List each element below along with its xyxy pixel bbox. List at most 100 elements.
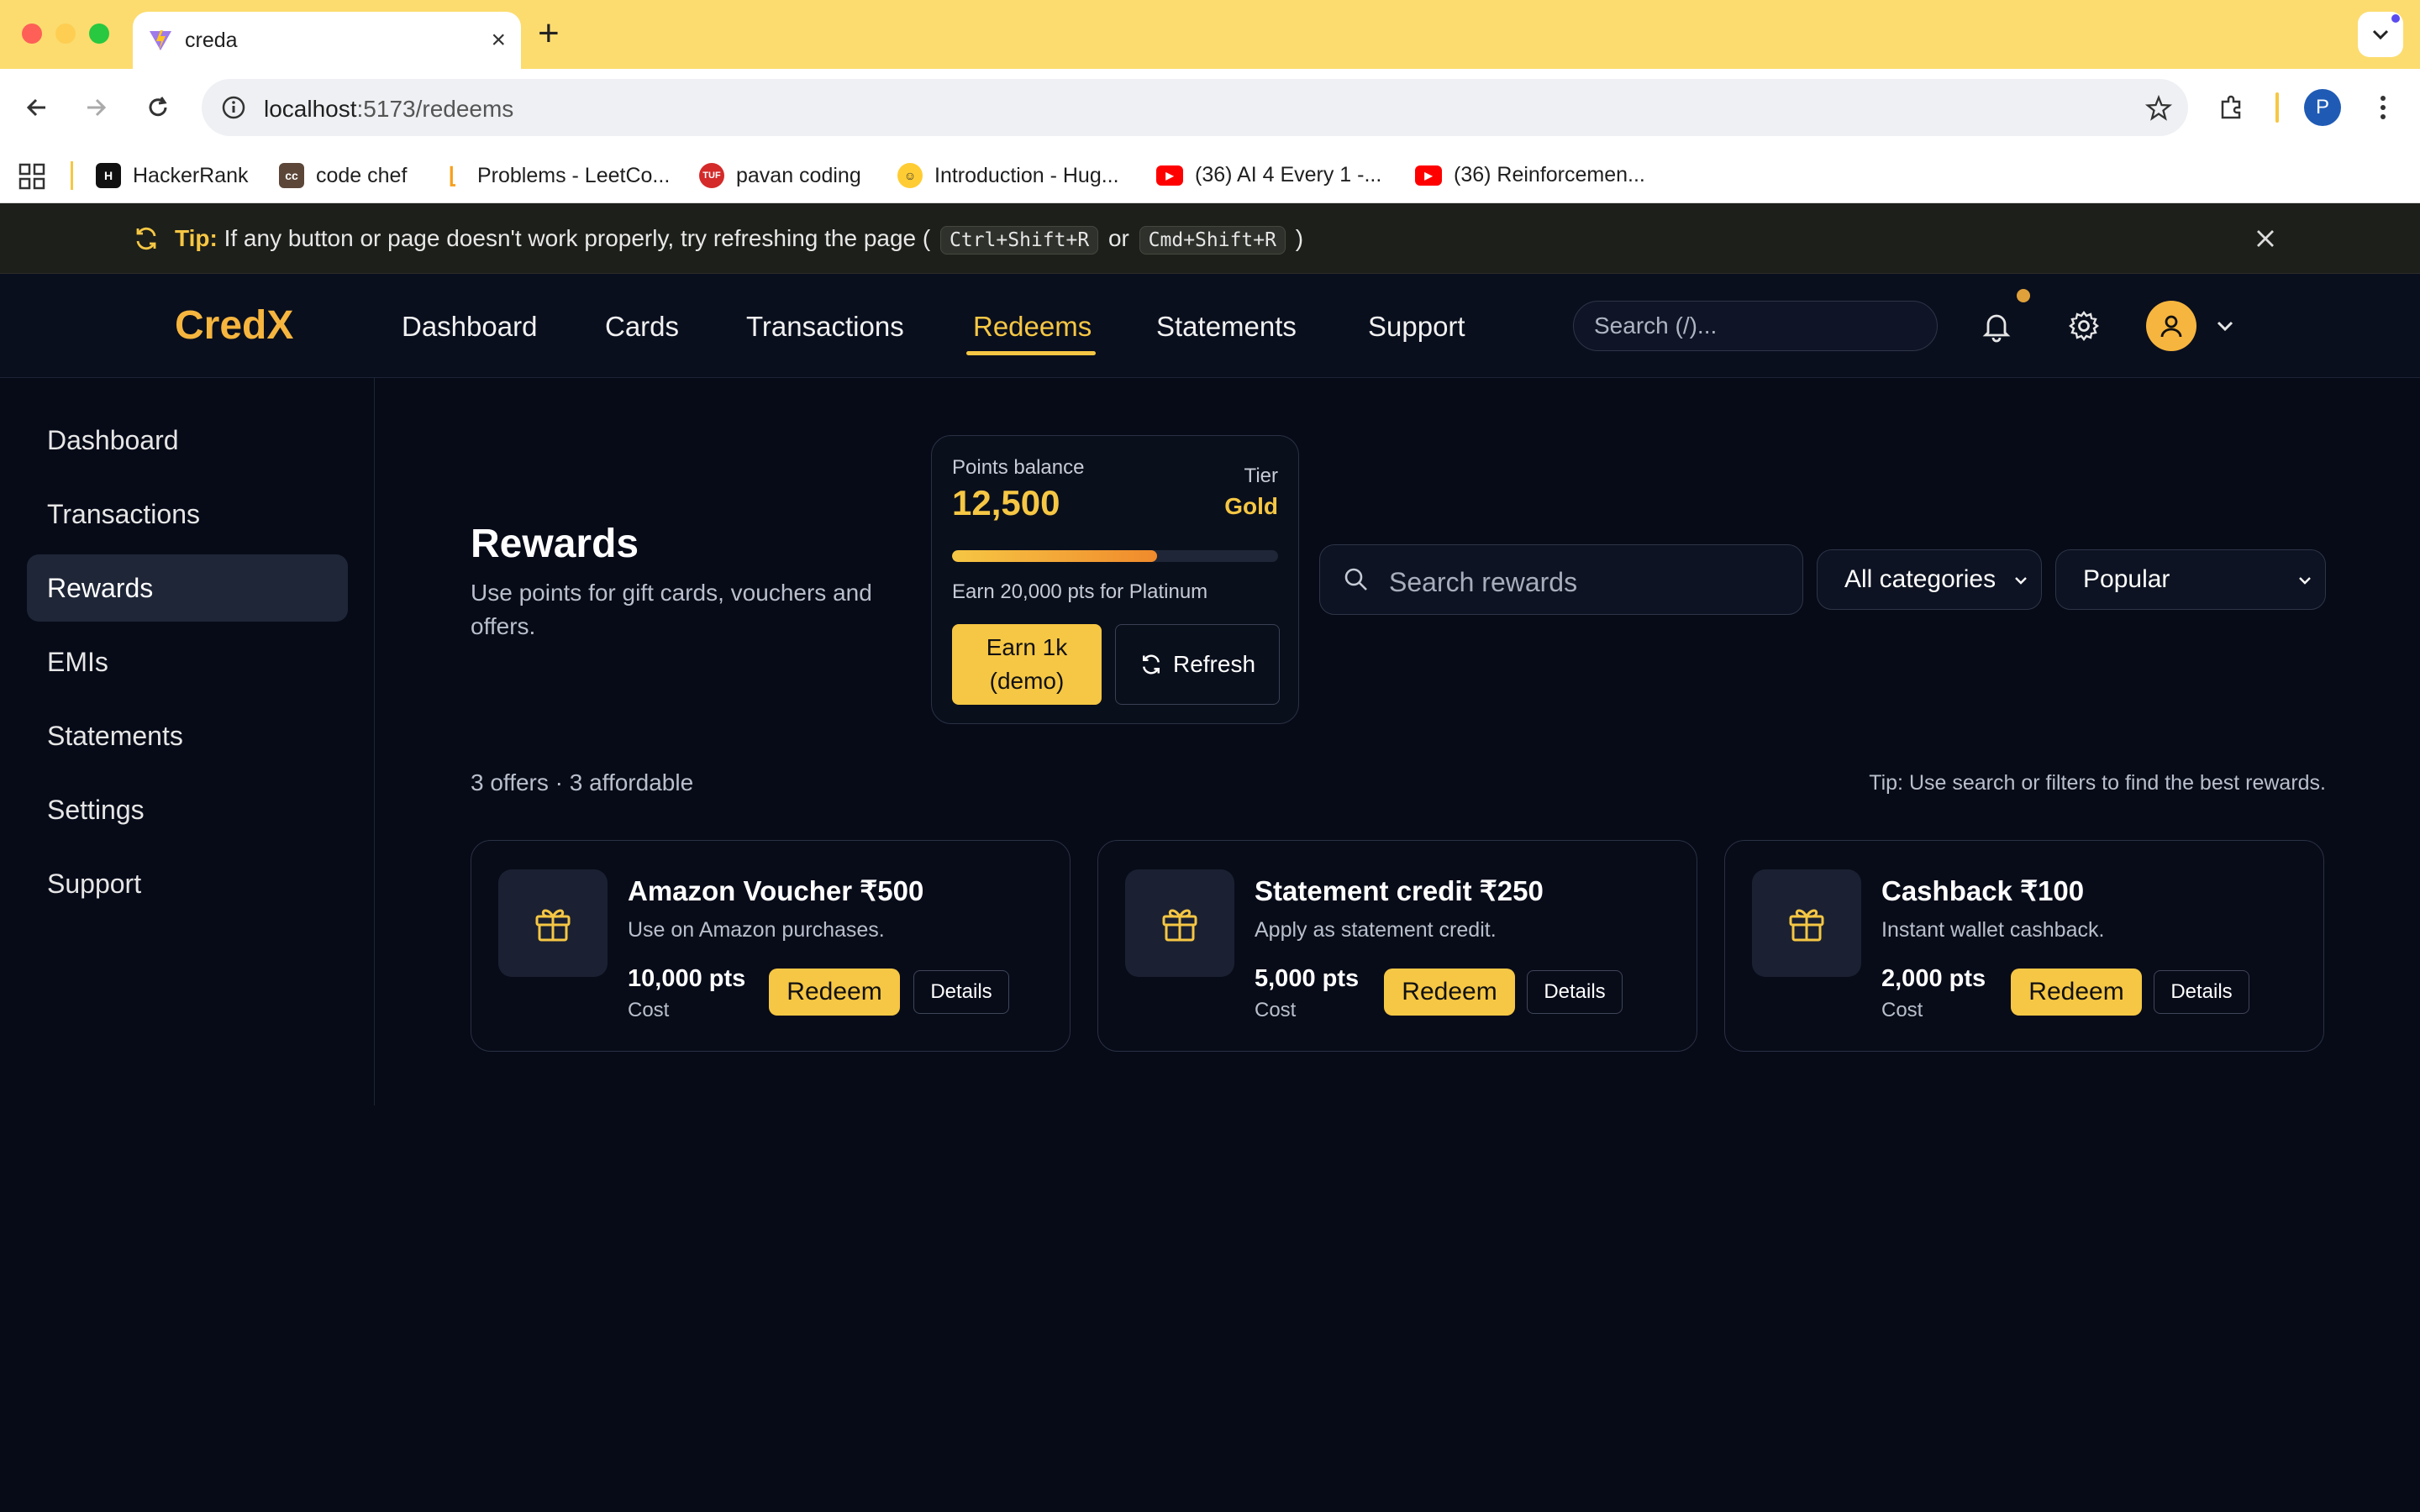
chevron-down-icon bbox=[2299, 577, 2311, 585]
earn-points-button[interactable]: Earn 1k (demo) bbox=[952, 624, 1102, 705]
close-icon[interactable] bbox=[2254, 227, 2277, 250]
arrow-right-icon bbox=[87, 98, 107, 117]
details-button[interactable]: Details bbox=[1527, 970, 1623, 1014]
sidebar: Dashboard Transactions Rewards EMIs Stat… bbox=[0, 378, 375, 1105]
user-icon bbox=[2160, 315, 2182, 338]
sort-select[interactable]: Popular bbox=[2055, 549, 2326, 610]
new-tab-button[interactable]: + bbox=[538, 15, 560, 52]
offer-icon-box bbox=[1752, 869, 1861, 977]
reload-button[interactable] bbox=[138, 87, 178, 128]
youtube-icon: ▶ bbox=[1156, 165, 1183, 186]
offer-card: Amazon Voucher ₹500 Use on Amazon purcha… bbox=[471, 840, 1071, 1052]
details-button[interactable]: Details bbox=[913, 970, 1009, 1014]
notifications-button[interactable] bbox=[1978, 307, 2015, 344]
tab-close-icon[interactable]: × bbox=[491, 28, 506, 53]
tier-label: Tier bbox=[1244, 465, 1278, 487]
sidebar-item-statements[interactable]: Statements bbox=[27, 702, 348, 769]
offer-description: Instant wallet cashback. bbox=[1881, 918, 2105, 942]
kebab-menu-icon bbox=[2381, 96, 2386, 119]
nav-cards[interactable]: Cards bbox=[605, 311, 679, 343]
browser-tab[interactable]: creda × bbox=[133, 12, 521, 69]
offer-card: Statement credit ₹250 Apply as statement… bbox=[1097, 840, 1697, 1052]
nav-redeems[interactable]: Redeems bbox=[973, 311, 1092, 343]
page-subtitle: Use points for gift cards, vouchers and … bbox=[471, 580, 872, 639]
vite-icon bbox=[150, 30, 171, 50]
nav-transactions[interactable]: Transactions bbox=[746, 311, 904, 343]
offer-points: 10,000 pts bbox=[628, 965, 746, 992]
search-rewards-input[interactable]: Search rewards bbox=[1319, 544, 1803, 615]
tab-search-button[interactable] bbox=[2358, 12, 2403, 57]
active-nav-indicator bbox=[966, 351, 1096, 355]
nav-dashboard[interactable]: Dashboard bbox=[402, 311, 537, 343]
sidebar-item-settings[interactable]: Settings bbox=[27, 776, 348, 843]
search-icon bbox=[1344, 568, 1367, 591]
forward-button[interactable] bbox=[76, 87, 116, 128]
arrow-left-icon bbox=[26, 98, 45, 117]
nav-statements[interactable]: Statements bbox=[1156, 311, 1297, 343]
offer-description: Use on Amazon purchases. bbox=[628, 918, 885, 942]
tuf-icon: TUF bbox=[699, 163, 724, 188]
refresh-label: Refresh bbox=[1172, 651, 1256, 677]
gift-icon bbox=[1789, 909, 1824, 942]
browser-menu-button[interactable] bbox=[2363, 87, 2403, 128]
offer-points: 5,000 pts bbox=[1255, 965, 1360, 992]
bookmark-codechef[interactable]: cc code chef bbox=[279, 163, 407, 188]
bookmark-youtube-ai[interactable]: ▶ (36) AI 4 Every 1 -... bbox=[1156, 163, 1381, 187]
offer-title: Cashback ₹100 bbox=[1881, 875, 2085, 906]
app-header: CredX Dashboard Cards Transactions Redee… bbox=[0, 274, 2420, 378]
sidebar-item-emis[interactable]: EMIs bbox=[27, 628, 348, 696]
redeem-button[interactable]: Redeem bbox=[1384, 969, 1515, 1016]
address-bar[interactable]: localhost:5173/redeems bbox=[202, 79, 2188, 136]
points-label: Points balance bbox=[952, 456, 1085, 479]
redeem-button[interactable]: Redeem bbox=[769, 969, 900, 1016]
offer-description: Apply as statement credit. bbox=[1255, 918, 1497, 942]
chevron-down-icon[interactable] bbox=[2215, 316, 2235, 336]
tab-title: creda bbox=[185, 28, 238, 52]
minimize-window-button[interactable] bbox=[55, 24, 76, 44]
shortcut-cmd: Cmd+Shift+R bbox=[1139, 226, 1286, 255]
sidebar-item-support[interactable]: Support bbox=[27, 850, 348, 917]
apps-grid-icon[interactable] bbox=[18, 163, 45, 190]
extensions-button[interactable] bbox=[2212, 87, 2252, 128]
browser-tab-strip: creda × + bbox=[0, 0, 2420, 69]
site-info-icon[interactable] bbox=[220, 94, 247, 121]
user-avatar[interactable] bbox=[2146, 301, 2196, 351]
refresh-icon bbox=[136, 227, 156, 250]
sort-value: Popular bbox=[2083, 565, 2170, 593]
bell-icon bbox=[1982, 314, 2011, 343]
huggingface-icon: ☺ bbox=[897, 163, 923, 188]
app-logo[interactable]: CredX bbox=[175, 302, 293, 349]
sidebar-item-transactions[interactable]: Transactions bbox=[27, 480, 348, 548]
back-button[interactable] bbox=[17, 87, 57, 128]
offer-cost-label: Cost bbox=[1881, 999, 1923, 1021]
tip-text: Tip: If any button or page doesn't work … bbox=[175, 225, 1303, 255]
shortcut-ctrl: Ctrl+Shift+R bbox=[940, 226, 1099, 255]
redeem-button[interactable]: Redeem bbox=[2011, 969, 2142, 1016]
sidebar-item-rewards[interactable]: Rewards bbox=[27, 554, 348, 622]
header-search-input[interactable]: Search (/)... bbox=[1573, 301, 1938, 351]
refresh-button[interactable]: Refresh bbox=[1115, 624, 1280, 705]
bookmark-youtube-rl[interactable]: ▶ (36) Reinforcemen... bbox=[1415, 163, 1645, 187]
puzzle-icon bbox=[2221, 95, 2241, 119]
settings-button[interactable] bbox=[2065, 307, 2102, 344]
maximize-window-button[interactable] bbox=[89, 24, 109, 44]
bookmark-star-icon[interactable] bbox=[2144, 94, 2173, 123]
leetcode-icon: ⌊ bbox=[448, 162, 458, 188]
bookmark-leetcode[interactable]: ⌊ Problems - LeetCo... bbox=[440, 163, 670, 188]
close-window-button[interactable] bbox=[22, 24, 42, 44]
sidebar-item-dashboard[interactable]: Dashboard bbox=[27, 407, 348, 474]
url-text: localhost:5173/redeems bbox=[264, 96, 514, 122]
category-select[interactable]: All categories bbox=[1817, 549, 2042, 610]
chevron-down-icon bbox=[2015, 577, 2027, 585]
browser-toolbar: localhost:5173/redeems P bbox=[0, 69, 2420, 146]
tip-banner: Tip: If any button or page doesn't work … bbox=[0, 203, 2420, 274]
nav-support[interactable]: Support bbox=[1368, 311, 1465, 343]
bookmark-hackerrank[interactable]: H HackerRank bbox=[96, 163, 249, 188]
profile-avatar[interactable]: P bbox=[2304, 89, 2341, 126]
offer-card: Cashback ₹100 Instant wallet cashback. 2… bbox=[1724, 840, 2324, 1052]
tier-progress-fill bbox=[952, 550, 1158, 562]
bookmark-huggingface[interactable]: ☺ Introduction - Hug... bbox=[897, 163, 1119, 188]
details-button[interactable]: Details bbox=[2154, 970, 2249, 1014]
bookmark-pavan-coding[interactable]: TUF pavan coding bbox=[699, 163, 861, 188]
youtube-icon: ▶ bbox=[1415, 165, 1442, 186]
